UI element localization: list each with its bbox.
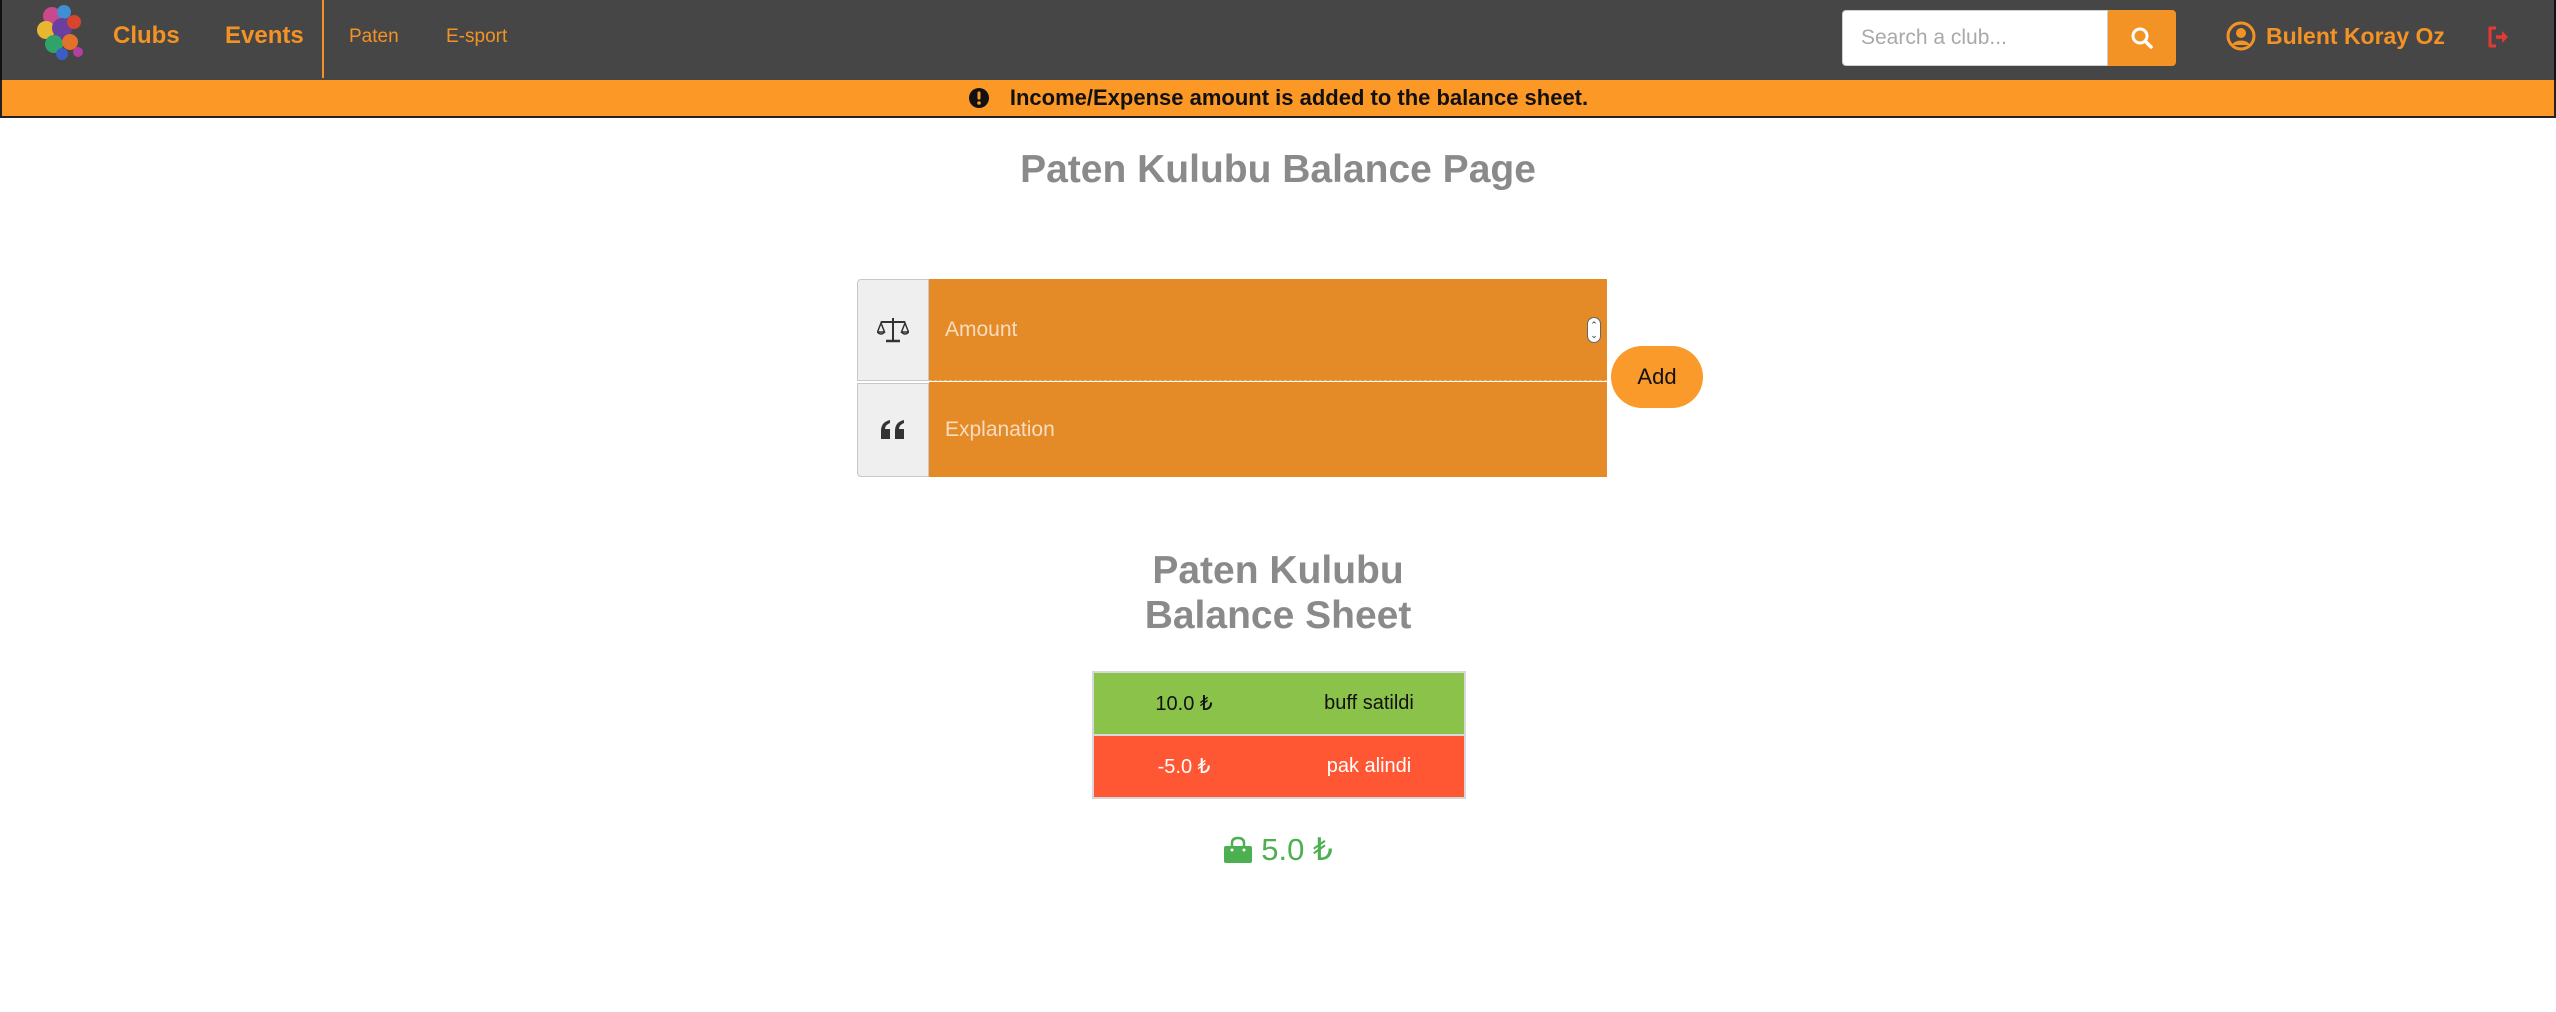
explanation-addon	[857, 383, 929, 477]
nav-club-link-paten[interactable]: Paten	[349, 26, 399, 48]
balance-sheet-title-line2: Balance Sheet	[1144, 594, 1412, 637]
balance-row-explanation: buff satildi	[1324, 692, 1414, 714]
quote-icon	[881, 420, 904, 439]
shopping-bag-icon	[1224, 836, 1253, 863]
balance-row-expense: -5.0 ₺ pak alindi	[1094, 736, 1464, 797]
balance-sheet-title: Paten Kulubu Balance Sheet	[0, 548, 2556, 638]
user-profile-link[interactable]: Bulent Koray Oz	[2226, 20, 2445, 52]
user-name: Bulent Koray Oz	[2266, 22, 2445, 49]
page-title: Paten Kulubu Balance Page	[1020, 148, 1536, 191]
nav-club-link-esport[interactable]: E-sport	[446, 26, 507, 48]
search-icon	[2131, 27, 2153, 49]
nav-clubs-link[interactable]: Clubs	[113, 22, 180, 50]
nav-separator	[322, 0, 324, 78]
alert-message: Income/Expense amount is added to the ba…	[1009, 85, 1589, 110]
navbar: Clubs Events Paten E-sport Bulent Koray …	[0, 0, 2556, 80]
chevron-down-icon: ⌄	[1590, 330, 1598, 340]
success-alert: Income/Expense amount is added to the ba…	[0, 80, 2556, 118]
balance-row-income: 10.0 ₺ buff satildi	[1094, 673, 1464, 734]
search-input[interactable]	[1842, 10, 2108, 66]
club-logo[interactable]	[32, 2, 90, 62]
amount-stepper[interactable]: ⌃ ⌄	[1587, 317, 1601, 343]
amount-addon	[857, 279, 929, 381]
balance-row-amount: 10.0 ₺	[1155, 693, 1213, 715]
user-circle-icon	[2226, 21, 2256, 51]
nav-events-link[interactable]: Events	[225, 22, 304, 50]
sign-out-icon	[2488, 26, 2508, 48]
logout-button[interactable]	[2484, 22, 2514, 52]
balance-entry-form: ⌃ ⌄	[857, 279, 1607, 477]
amount-input[interactable]	[929, 279, 1607, 381]
exclamation-circle-icon	[968, 88, 989, 108]
balance-total: 5.0 ₺	[0, 832, 2556, 868]
balance-total-value: 5.0 ₺	[1261, 832, 1333, 867]
balance-row-explanation: pak alindi	[1326, 755, 1412, 777]
add-button[interactable]: Add	[1611, 346, 1703, 408]
balance-scale-icon	[877, 318, 909, 343]
explanation-input[interactable]	[929, 382, 1607, 477]
balance-sheet-table: 10.0 ₺ buff satildi -5.0 ₺ pak alindi	[1092, 671, 1466, 799]
balance-row-amount: -5.0 ₺	[1157, 756, 1211, 778]
balance-sheet-title-line1: Paten Kulubu	[1152, 549, 1404, 592]
search-button[interactable]	[2108, 10, 2176, 66]
chevron-up-icon: ⌃	[1590, 320, 1598, 330]
